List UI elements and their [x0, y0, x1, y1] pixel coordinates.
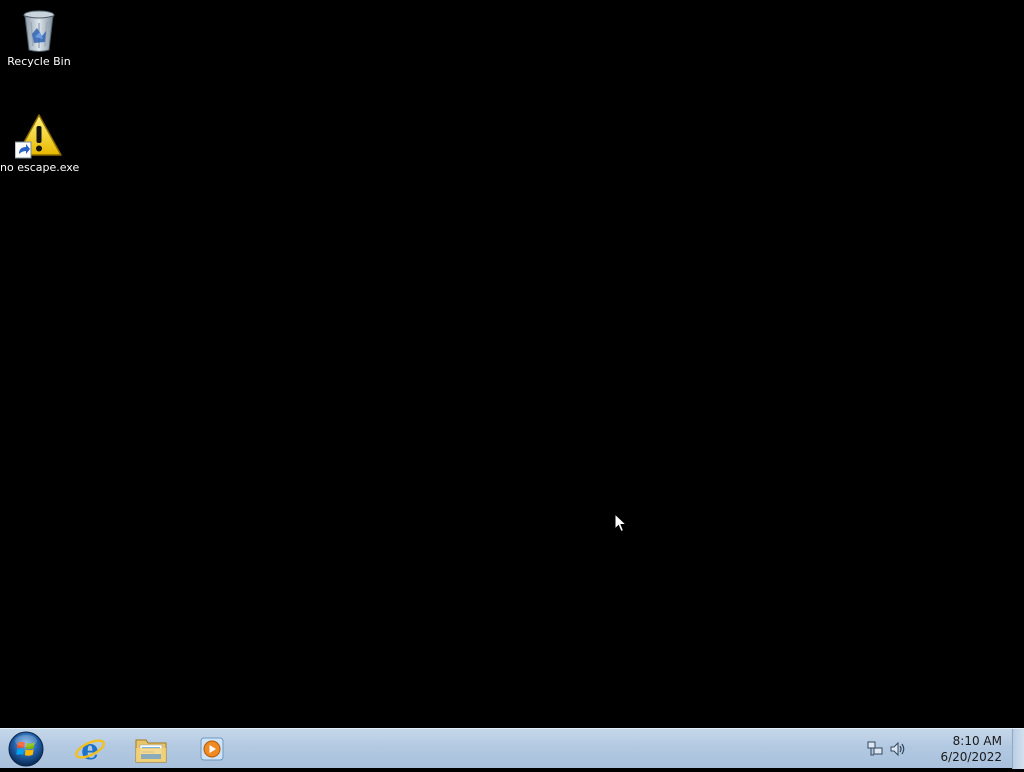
volume-icon[interactable]	[889, 740, 907, 758]
taskbar-windows-media-player-button[interactable]	[184, 730, 240, 768]
desktop-icon-label: Recycle Bin	[7, 55, 71, 68]
warning-shortcut-icon	[14, 112, 63, 160]
taskbar: e 8:10 AM 6/20/2022	[0, 728, 1024, 769]
clock[interactable]: 8:10 AM 6/20/2022	[922, 733, 1002, 765]
start-button[interactable]	[7, 730, 45, 768]
mouse-cursor-icon	[614, 512, 628, 533]
show-desktop-button[interactable]	[1012, 729, 1024, 769]
network-icon[interactable]	[866, 740, 884, 758]
windows-media-player-icon	[200, 737, 224, 761]
internet-explorer-icon: e	[74, 733, 106, 765]
taskbar-windows-explorer-button[interactable]	[123, 730, 179, 768]
svg-text:e: e	[81, 733, 99, 765]
desktop-icon-label: no escape.exe	[0, 161, 80, 174]
taskbar-internet-explorer-button[interactable]: e	[62, 730, 118, 768]
clock-date: 6/20/2022	[940, 750, 1002, 764]
desktop-icon-no-escape-exe[interactable]: no escape.exe	[0, 112, 80, 175]
windows-explorer-icon	[135, 739, 167, 763]
desktop-icon-recycle-bin[interactable]: Recycle Bin	[0, 6, 78, 69]
desktop[interactable]: Recycle Bin no escape.exe	[0, 0, 1024, 728]
system-tray: 8:10 AM 6/20/2022	[854, 729, 1024, 769]
recycle-bin-icon	[15, 6, 63, 54]
windows-start-orb-icon	[8, 731, 44, 767]
clock-time: 8:10 AM	[952, 734, 1002, 748]
